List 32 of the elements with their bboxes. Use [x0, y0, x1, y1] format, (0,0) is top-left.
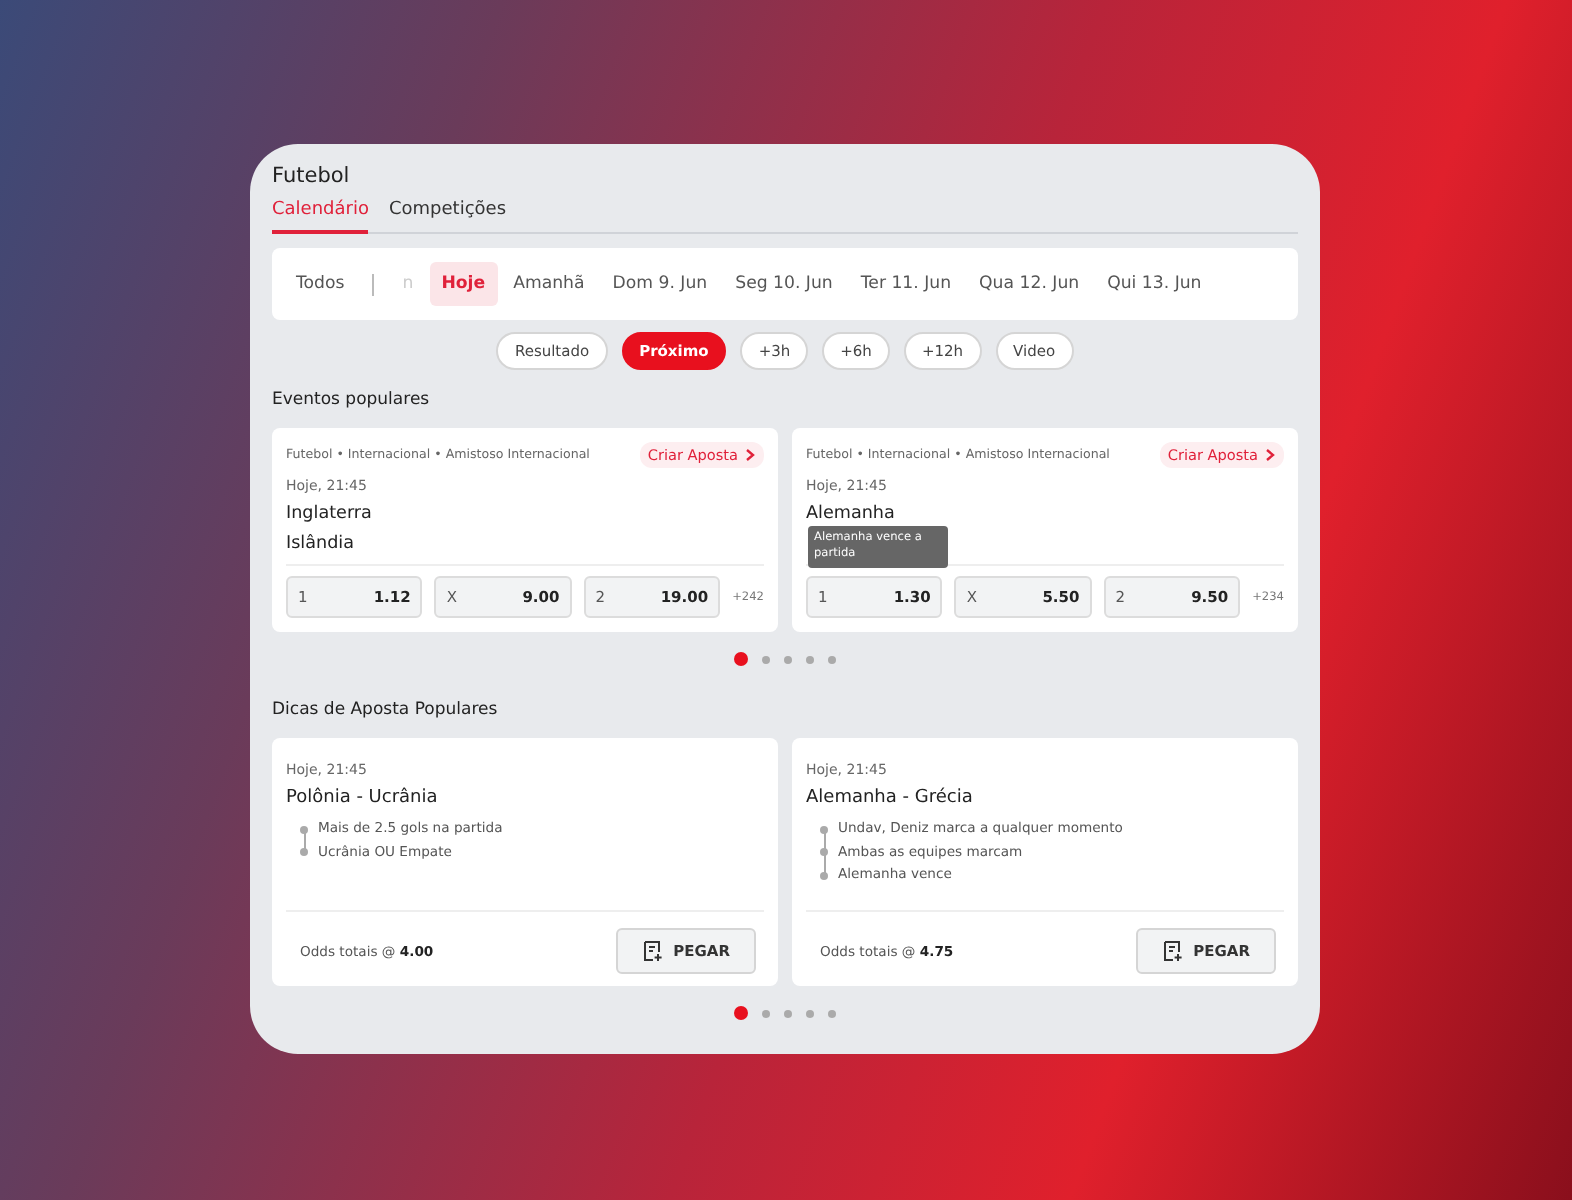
chevron-right-icon [744, 448, 756, 462]
carousel-dot[interactable] [828, 1009, 836, 1017]
date-tab[interactable]: Qua 12. Jun [967, 262, 1092, 306]
date-tab[interactable]: Amanhã [501, 262, 597, 306]
carousel-dot[interactable] [784, 655, 792, 663]
carousel-dot[interactable] [762, 655, 770, 663]
carousel-dot[interactable] [734, 652, 748, 666]
section-heading: Eventos populares [272, 390, 432, 410]
match-title: Alemanha - Grécia [806, 788, 975, 808]
tab[interactable]: Competições [388, 200, 507, 234]
section-heading: Dicas de Aposta Populares [272, 700, 500, 720]
tab[interactable]: Calendário [272, 200, 369, 234]
match-title: Polônia - Ucrânia [286, 788, 440, 808]
team-name: Alemanha [806, 502, 897, 528]
section-title: Futebol [272, 164, 352, 188]
carousel-dot[interactable] [784, 1009, 792, 1017]
carousel-dot[interactable] [828, 655, 836, 663]
ticket-add-icon [1161, 940, 1184, 962]
team-name: Inglaterra [286, 502, 374, 528]
date-tab[interactable]: Seg 10. Jun [723, 262, 845, 306]
chevron-right-icon [1264, 448, 1276, 462]
date-tab[interactable]: Hoje [429, 262, 498, 306]
carousel-dot[interactable] [734, 1006, 748, 1020]
carousel-dot[interactable] [806, 655, 814, 663]
date-tab[interactable]: Dom 9. Jun [600, 262, 720, 306]
date-tab[interactable]: Qui 13. Jun [1095, 262, 1214, 306]
carousel-dot[interactable] [762, 1009, 770, 1017]
date-tab[interactable]: Todos [284, 262, 369, 306]
date-tab[interactable]: Ter 11. Jun [848, 262, 964, 306]
ticket-add-icon [641, 940, 664, 962]
team-name: Islândia [286, 532, 357, 558]
carousel-dot[interactable] [806, 1009, 814, 1017]
